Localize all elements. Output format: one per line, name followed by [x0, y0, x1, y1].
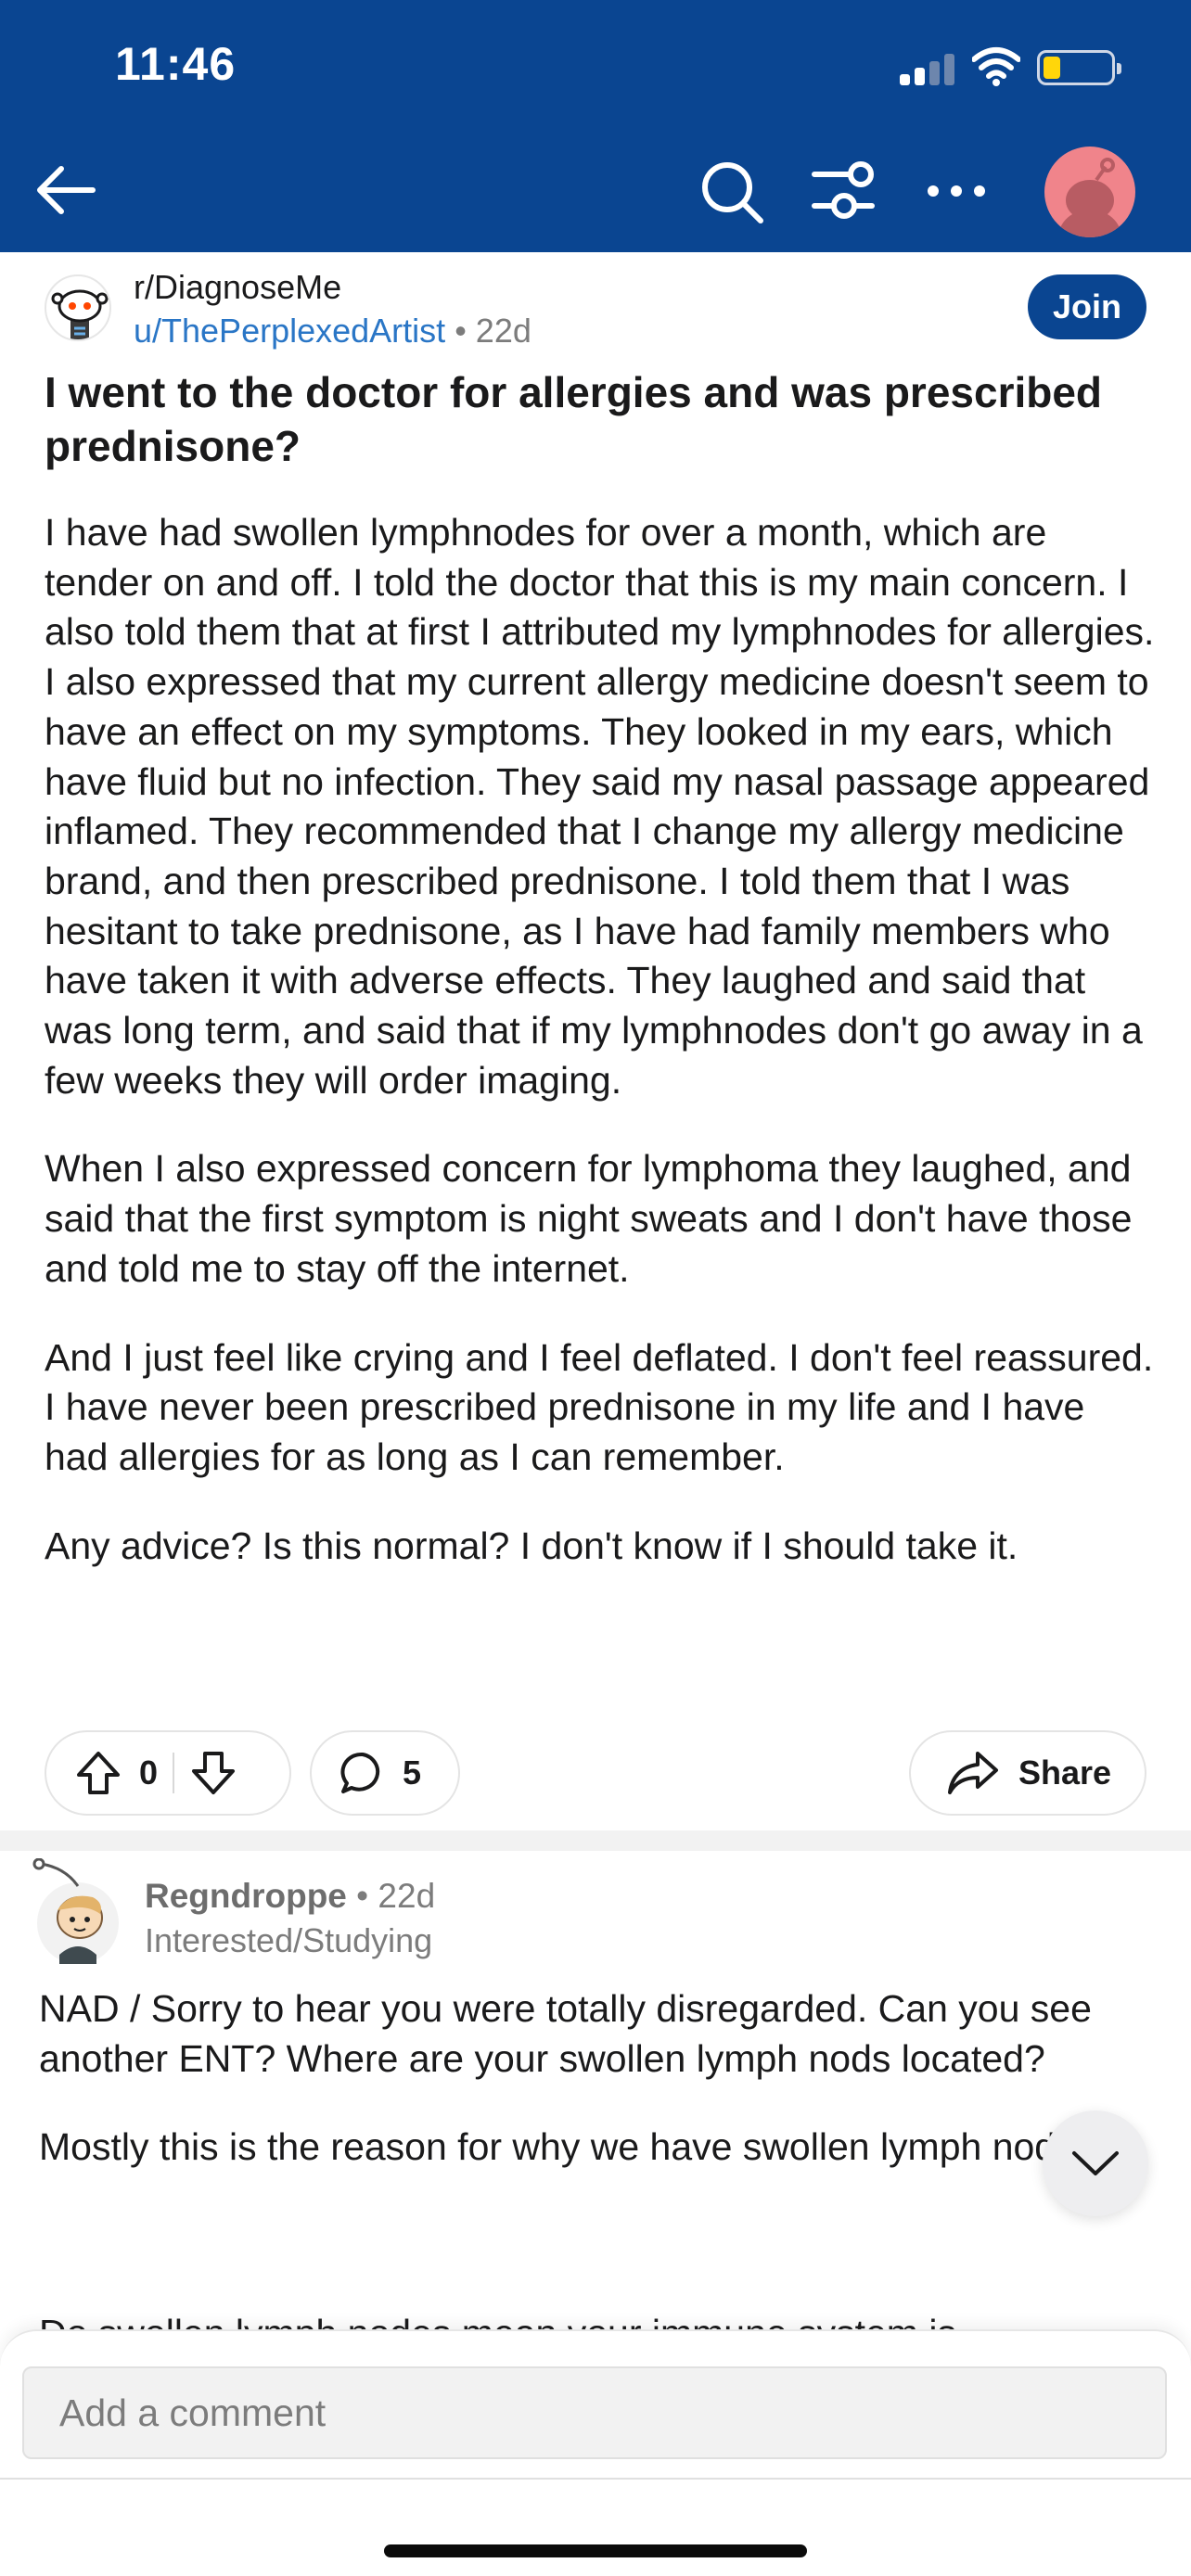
- post-author[interactable]: u/ThePerplexedArtist: [134, 312, 445, 350]
- comment-header: Regndroppe • 22d: [145, 1877, 435, 1916]
- status-time: 11:46: [115, 38, 237, 90]
- post-meta: u/ThePerplexedArtist • 22d: [134, 312, 531, 351]
- comment-paragraph: NAD / Sorry to hear you were totally dis…: [39, 1987, 1092, 2080]
- comment-age: 22d: [378, 1877, 436, 1915]
- meta-separator: •: [356, 1877, 369, 1915]
- comments-button[interactable]: 5: [310, 1730, 460, 1816]
- vote-count: 0: [139, 1753, 159, 1792]
- user-avatar-icon[interactable]: [1044, 147, 1135, 237]
- sort-filter-icon[interactable]: [809, 159, 877, 221]
- post-title: I went to the doctor for allergies and w…: [45, 368, 1103, 470]
- downvote-icon[interactable]: [189, 1749, 237, 1797]
- share-label: Share: [1018, 1753, 1112, 1792]
- chevron-down-icon: [1072, 2151, 1119, 2175]
- commenter-avatar[interactable]: [32, 1857, 124, 1966]
- comment-paragraph-clipped: Do swollen lymph nodes mean your immune …: [39, 2309, 1152, 2331]
- post-age: 22d: [475, 312, 531, 350]
- post-paragraph: When I also expressed concern for lympho…: [45, 1147, 1133, 1290]
- vote-bar: 0: [45, 1730, 291, 1816]
- join-button[interactable]: Join: [1028, 274, 1146, 339]
- composer-divider: [0, 2478, 1191, 2480]
- battery-icon: [1037, 50, 1121, 85]
- post-paragraph: Any advice? Is this normal? I don't know…: [45, 1524, 1018, 1567]
- add-comment-input[interactable]: Add a comment: [22, 2366, 1167, 2459]
- meta-separator: •: [455, 312, 476, 350]
- wifi-icon: [972, 47, 1020, 86]
- upvote-icon[interactable]: [74, 1749, 122, 1797]
- post-body: I have had swollen lymphnodes for over a…: [45, 508, 1158, 1610]
- vote-divider: [173, 1753, 175, 1793]
- commenter-flair: Interested/Studying: [145, 1921, 433, 1959]
- post-paragraph: And I just feel like crying and I feel d…: [45, 1335, 1154, 1478]
- comment-count: 5: [403, 1753, 422, 1792]
- share-button[interactable]: Share: [909, 1730, 1146, 1816]
- share-arrow-icon: [948, 1752, 998, 1794]
- comment-bubble-icon: [340, 1752, 380, 1793]
- more-dots-icon[interactable]: [922, 167, 991, 215]
- app-header: 11:46: [0, 0, 1191, 252]
- search-icon[interactable]: [698, 158, 766, 226]
- back-arrow-icon[interactable]: [32, 159, 100, 221]
- commenter-username[interactable]: Regndroppe: [145, 1877, 347, 1915]
- section-divider: [0, 1830, 1191, 1851]
- comment-paragraph: Mostly this is the reason for why we hav…: [39, 2125, 1096, 2169]
- subreddit-name[interactable]: r/DiagnoseMe: [134, 268, 341, 307]
- next-comment-button[interactable]: [1043, 2111, 1148, 2216]
- home-indicator[interactable]: [384, 2544, 807, 2557]
- comment-composer: Add a comment: [0, 2329, 1191, 2576]
- post-paragraph: I have had swollen lymphnodes for over a…: [45, 511, 1155, 1102]
- comment-body: NAD / Sorry to hear you were totally dis…: [39, 1984, 1106, 2212]
- subreddit-icon[interactable]: [45, 274, 111, 341]
- cellular-signal-icon: [900, 54, 957, 85]
